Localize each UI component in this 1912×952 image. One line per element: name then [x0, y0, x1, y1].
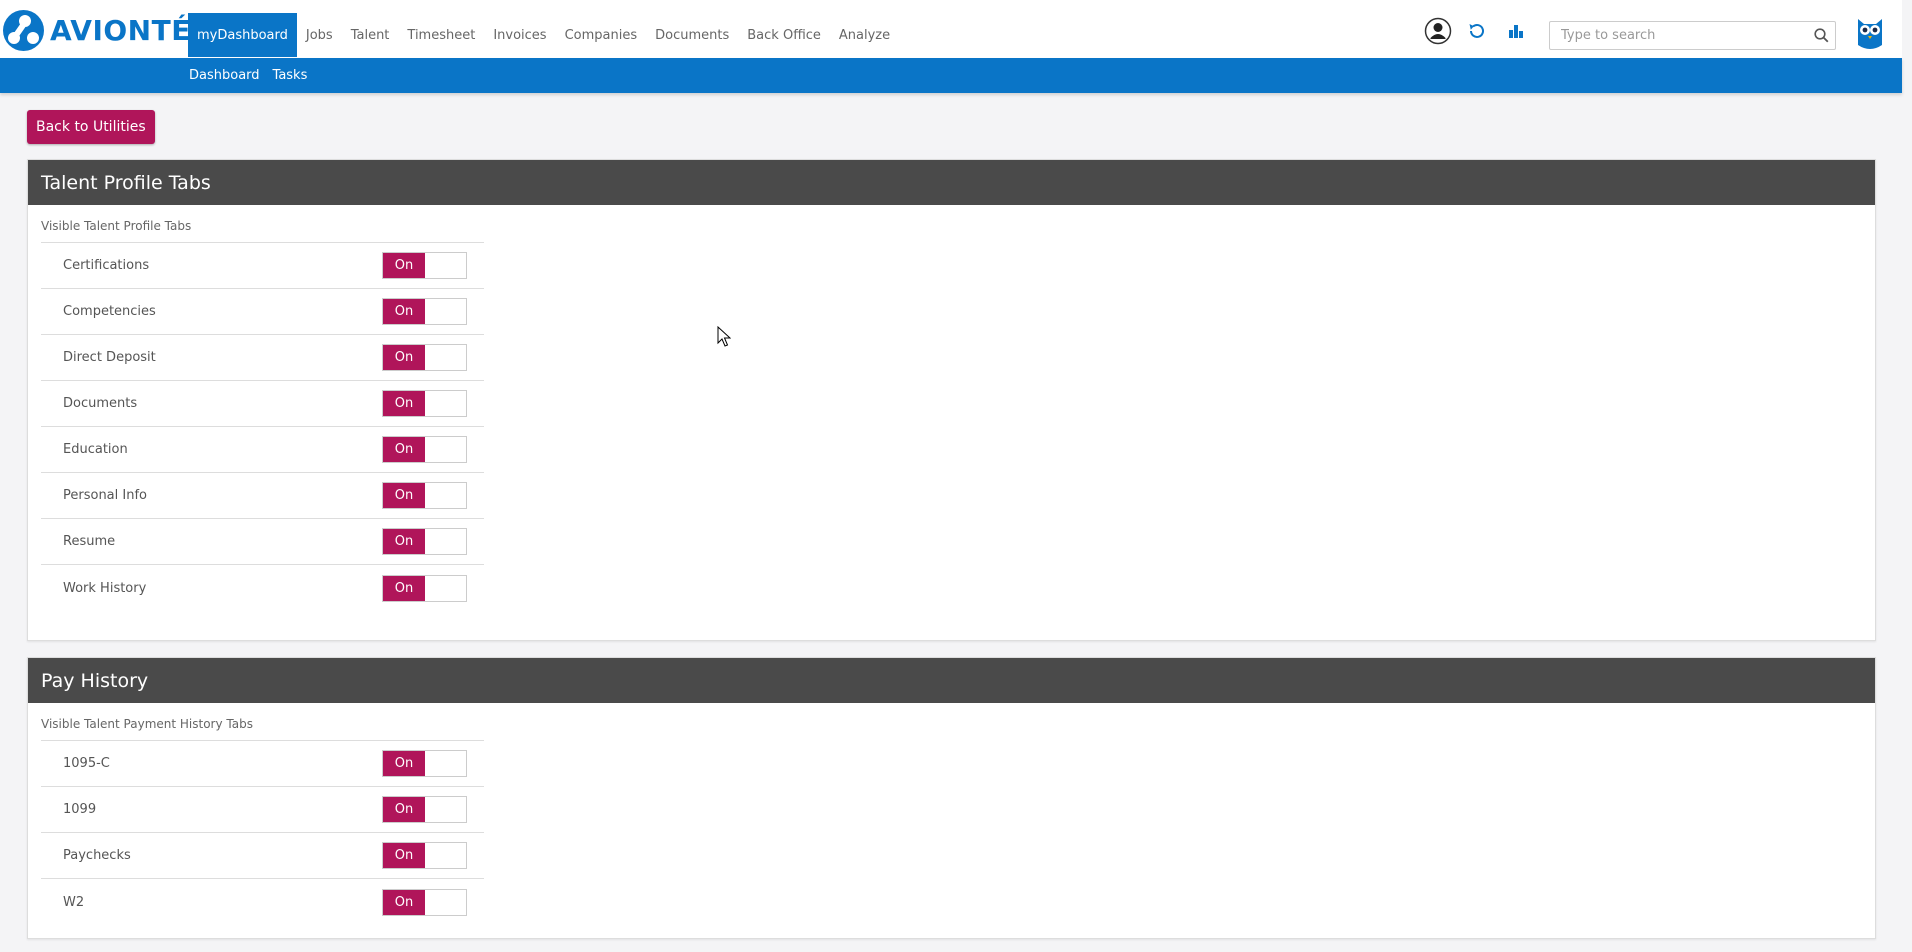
toggle-row-competencies: Competencies On — [41, 289, 484, 335]
toggle-label: Documents — [63, 396, 138, 411]
toggle-list: 1095-C On 1099 On Paychecks On W2 On — [41, 740, 484, 925]
1099-toggle[interactable]: On — [382, 796, 467, 823]
toggle-row-resume: Resume On — [41, 519, 484, 565]
toggle-state: On — [383, 751, 425, 776]
toggle-row-1099: 1099 On — [41, 787, 484, 833]
panel-title: Talent Profile Tabs — [28, 160, 1875, 205]
toggle-label: 1099 — [63, 802, 97, 817]
toggle-row-direct-deposit: Direct Deposit On — [41, 335, 484, 381]
nav-item-analyze[interactable]: Analyze — [830, 13, 899, 57]
toggle-state: On — [383, 483, 425, 508]
back-to-utilities-button[interactable]: Back to Utilities — [27, 110, 155, 144]
toggle-label: Competencies — [63, 304, 156, 319]
toggle-row-certifications: Certifications On — [41, 243, 484, 289]
pay-history-panel: Pay History Visible Talent Payment Histo… — [27, 657, 1876, 939]
talent-profile-tabs-panel: Talent Profile Tabs Visible Talent Profi… — [27, 159, 1876, 641]
panel-subtitle: Visible Talent Payment History Tabs — [41, 717, 253, 731]
toggle-state: On — [383, 345, 425, 370]
user-icon[interactable] — [1424, 17, 1452, 45]
mouse-cursor-icon — [717, 325, 732, 352]
competencies-toggle[interactable]: On — [382, 298, 467, 325]
toggle-row-documents: Documents On — [41, 381, 484, 427]
toggle-label: W2 — [63, 894, 85, 910]
top-bar: AVIONTÉ myDashboard Jobs Talent Timeshee… — [0, 0, 1902, 58]
nav-item-invoices[interactable]: Invoices — [484, 13, 555, 57]
sub-nav-bar: Dashboard Tasks — [0, 58, 1902, 93]
toggle-list: Certifications On Competencies On Direct… — [41, 242, 484, 611]
search-icon[interactable] — [1807, 28, 1835, 43]
nav-item-companies[interactable]: Companies — [556, 13, 647, 57]
sub-nav: Dashboard Tasks — [189, 58, 320, 93]
nav-item-timesheet[interactable]: Timesheet — [398, 13, 484, 57]
search-input[interactable] — [1550, 22, 1807, 49]
toggle-row-paychecks: Paychecks On — [41, 833, 484, 879]
page: AVIONTÉ myDashboard Jobs Talent Timeshee… — [0, 0, 1912, 952]
toggle-state: On — [383, 889, 425, 915]
certifications-toggle[interactable]: On — [382, 252, 467, 279]
education-toggle[interactable]: On — [382, 436, 467, 463]
nav-item-back-office[interactable]: Back Office — [738, 13, 830, 57]
toggle-state: On — [383, 529, 425, 554]
toggle-state: On — [383, 253, 425, 278]
toggle-label: 1095-C — [63, 756, 110, 771]
brand-logo[interactable]: AVIONTÉ — [3, 10, 191, 51]
documents-toggle[interactable]: On — [382, 390, 467, 417]
subnav-item-dashboard[interactable]: Dashboard — [189, 68, 260, 83]
main-nav: myDashboard Jobs Talent Timesheet Invoic… — [188, 13, 899, 57]
toggle-label: Direct Deposit — [63, 350, 156, 365]
toggle-row-w2: W2 On — [41, 879, 484, 925]
paychecks-toggle[interactable]: On — [382, 842, 467, 869]
top-icons — [1424, 17, 1541, 45]
nav-item-mydashboard[interactable]: myDashboard — [188, 13, 297, 57]
direct-deposit-toggle[interactable]: On — [382, 344, 467, 371]
nav-item-jobs[interactable]: Jobs — [297, 13, 342, 57]
toggle-label: Paychecks — [63, 848, 131, 863]
toggle-row-work-history: Work History On — [41, 565, 484, 611]
w2-toggle[interactable]: On — [382, 888, 467, 916]
toggle-label: Resume — [63, 534, 116, 549]
toggle-state: On — [383, 575, 425, 601]
toggle-row-education: Education On — [41, 427, 484, 473]
subnav-item-tasks[interactable]: Tasks — [273, 68, 308, 83]
owl-mascot-icon[interactable] — [1856, 15, 1884, 53]
resume-toggle[interactable]: On — [382, 528, 467, 555]
panel-subtitle: Visible Talent Profile Tabs — [41, 219, 192, 233]
toggle-state: On — [383, 437, 425, 462]
avionte-logo-icon — [3, 10, 44, 51]
toggle-label: Work History — [63, 580, 147, 596]
work-history-toggle[interactable]: On — [382, 574, 467, 602]
toggle-state: On — [383, 843, 425, 868]
1095-c-toggle[interactable]: On — [382, 750, 467, 777]
nav-item-talent[interactable]: Talent — [342, 13, 399, 57]
personal-info-toggle[interactable]: On — [382, 482, 467, 509]
brand-name: AVIONTÉ — [50, 14, 191, 47]
toggle-state: On — [383, 299, 425, 324]
toggle-row-personal-info: Personal Info On — [41, 473, 484, 519]
nav-item-documents[interactable]: Documents — [646, 13, 738, 57]
toggle-label: Education — [63, 442, 128, 457]
panel-title: Pay History — [28, 658, 1875, 703]
search-box — [1549, 21, 1836, 50]
chart-icon[interactable] — [1502, 17, 1530, 45]
toggle-label: Personal Info — [63, 488, 147, 503]
toggle-state: On — [383, 797, 425, 822]
toggle-state: On — [383, 391, 425, 416]
toggle-row-1095-c: 1095-C On — [41, 741, 484, 787]
toggle-label: Certifications — [63, 258, 150, 273]
refresh-icon[interactable] — [1463, 17, 1491, 45]
